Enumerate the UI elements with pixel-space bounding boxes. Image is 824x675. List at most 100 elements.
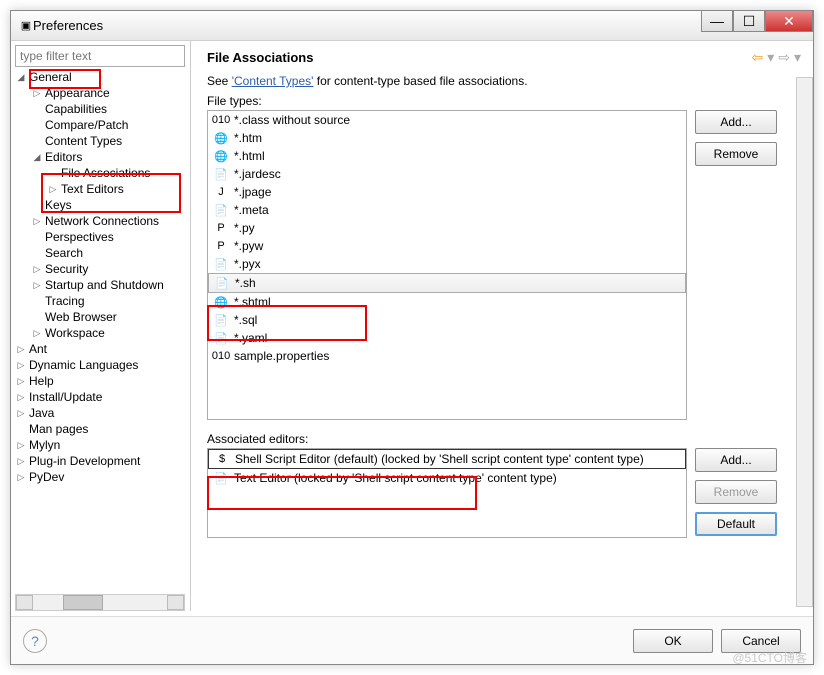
file-type-row[interactable]: 📄*.yaml <box>208 329 686 347</box>
file-type-name: *.pyw <box>234 239 263 253</box>
file-type-row[interactable]: 010*.class without source <box>208 111 686 129</box>
tree-keys[interactable]: Keys <box>15 197 186 213</box>
editor-name: Text Editor (locked by 'Shell script con… <box>234 471 557 485</box>
file-icon: 🌐 <box>214 149 228 163</box>
add-filetype-button[interactable]: Add... <box>695 110 777 134</box>
maximize-button[interactable]: ☐ <box>733 10 765 32</box>
forward-icon[interactable]: ⇨ <box>778 49 790 66</box>
file-type-row[interactable]: 📄 *.sql <box>208 311 686 329</box>
back-menu-icon[interactable]: ▾ <box>767 49 774 66</box>
editor-row[interactable]: $ Shell Script Editor (default) (locked b… <box>208 449 686 469</box>
tree-workspace[interactable]: ▷Workspace <box>15 325 186 341</box>
file-type-name: *.jardesc <box>234 167 281 181</box>
add-editor-button[interactable]: Add... <box>695 448 777 472</box>
help-icon[interactable]: ? <box>23 629 47 653</box>
file-types-list[interactable]: 010*.class without source🌐*.htm🌐*.html📄*… <box>207 110 687 420</box>
sidebar-hscroll[interactable] <box>15 594 185 611</box>
tree-ant[interactable]: ▷Ant <box>15 341 186 357</box>
content-types-hint: See 'Content Types' for content-type bas… <box>207 74 801 88</box>
watermark: @51CTO博客 <box>732 649 807 666</box>
file-type-name: *.pyx <box>234 257 261 271</box>
file-icon: 🌐 <box>214 295 228 309</box>
remove-filetype-button[interactable]: Remove <box>695 142 777 166</box>
file-type-name: *.shtml <box>234 295 271 309</box>
back-icon[interactable]: ⇦ <box>751 49 763 66</box>
file-icon: P <box>214 221 228 235</box>
file-type-row[interactable]: 010 sample.properties <box>208 347 686 365</box>
editor-icon: $ <box>215 452 229 466</box>
main-vscroll[interactable] <box>796 77 813 607</box>
tree-tracing[interactable]: Tracing <box>15 293 186 309</box>
tree-content-types[interactable]: Content Types <box>15 133 186 149</box>
editor-icon: 📄 <box>214 471 228 485</box>
file-type-name: *.py <box>234 221 255 235</box>
default-editor-button[interactable]: Default <box>695 512 777 536</box>
tree-compare[interactable]: Compare/Patch <box>15 117 186 133</box>
editor-row[interactable]: 📄 Text Editor (locked by 'Shell script co… <box>208 469 686 487</box>
tree-general[interactable]: ◢General <box>15 69 186 85</box>
tree-web-browser[interactable]: Web Browser <box>15 309 186 325</box>
file-type-name: *.sql <box>234 313 257 327</box>
tree-man-pages[interactable]: Man pages <box>15 421 186 437</box>
editor-name: Shell Script Editor (default) (locked by… <box>235 452 644 466</box>
associated-editors-list[interactable]: $ Shell Script Editor (default) (locked b… <box>207 448 687 538</box>
tree-java[interactable]: ▷Java <box>15 405 186 421</box>
file-type-row[interactable]: P *.py <box>208 219 686 237</box>
forward-menu-icon[interactable]: ▾ <box>794 49 801 66</box>
preferences-tree[interactable]: ◢General ▷Appearance Capabilities Compar… <box>15 69 186 579</box>
tree-plugin-dev[interactable]: ▷Plug-in Development <box>15 453 186 469</box>
tree-dynlang[interactable]: ▷Dynamic Languages <box>15 357 186 373</box>
main-panel: File Associations ⇦▾ ⇨▾ See 'Content Typ… <box>191 41 813 611</box>
ok-button[interactable]: OK <box>633 629 713 653</box>
file-icon: P <box>214 239 228 253</box>
tree-perspectives[interactable]: Perspectives <box>15 229 186 245</box>
file-type-row[interactable]: 🌐 *.shtml <box>208 293 686 311</box>
tree-mylyn[interactable]: ▷Mylyn <box>15 437 186 453</box>
file-type-row[interactable]: P *.pyw <box>208 237 686 255</box>
file-icon: 010 <box>214 349 228 363</box>
tree-pydev[interactable]: ▷PyDev <box>15 469 186 485</box>
file-icon: 📄 <box>214 203 228 217</box>
tree-security[interactable]: ▷Security <box>15 261 186 277</box>
tree-capabilities[interactable]: Capabilities <box>15 101 186 117</box>
file-type-name: *.meta <box>234 203 269 217</box>
content-types-link[interactable]: 'Content Types' <box>232 74 314 88</box>
tree-appearance[interactable]: ▷Appearance <box>15 85 186 101</box>
file-icon: 📄 <box>214 257 228 271</box>
tree-editors[interactable]: ◢Editors <box>15 149 186 165</box>
close-button[interactable]: ✕ <box>765 10 813 32</box>
app-icon: ▣ <box>19 19 33 33</box>
tree-startup[interactable]: ▷Startup and Shutdown <box>15 277 186 293</box>
minimize-button[interactable]: — <box>701 10 733 32</box>
titlebar[interactable]: ▣ Preferences — ☐ ✕ <box>11 11 813 41</box>
file-type-row[interactable]: 📄 *.meta <box>208 201 686 219</box>
file-type-name: *.yaml <box>234 331 267 345</box>
sidebar: ◢General ▷Appearance Capabilities Compar… <box>11 41 191 611</box>
file-icon: J <box>214 185 228 199</box>
file-icon: 📄 <box>214 167 228 181</box>
file-type-row[interactable]: 🌐*.htm <box>208 129 686 147</box>
nav-arrows: ⇦▾ ⇨▾ <box>751 49 801 66</box>
tree-network[interactable]: ▷Network Connections <box>15 213 186 229</box>
tree-help[interactable]: ▷Help <box>15 373 186 389</box>
file-type-row[interactable]: 📄 *.jardesc <box>208 165 686 183</box>
assoc-editors-label: Associated editors: <box>207 432 801 446</box>
file-type-row[interactable]: 📄 *.sh <box>208 273 686 293</box>
file-type-name: *.sh <box>235 276 256 290</box>
tree-text-editors[interactable]: ▷Text Editors <box>15 181 186 197</box>
file-type-name: sample.properties <box>234 349 329 363</box>
file-type-row[interactable]: 📄 *.pyx <box>208 255 686 273</box>
file-type-name: *.class without source <box>234 113 350 127</box>
file-icon: 📄 <box>215 276 229 290</box>
preferences-window: ▣ Preferences — ☐ ✕ ◢General ▷Appearance… <box>10 10 814 665</box>
file-type-row[interactable]: J *.jpage <box>208 183 686 201</box>
file-type-row[interactable]: 🌐*.html <box>208 147 686 165</box>
file-icon: 📄 <box>214 313 228 327</box>
window-title: Preferences <box>33 18 805 33</box>
tree-file-associations[interactable]: File Associations <box>15 165 186 181</box>
tree-install-update[interactable]: ▷Install/Update <box>15 389 186 405</box>
tree-search[interactable]: Search <box>15 245 186 261</box>
filter-input[interactable] <box>15 45 185 67</box>
remove-editor-button[interactable]: Remove <box>695 480 777 504</box>
file-type-name: *.jpage <box>234 185 271 199</box>
